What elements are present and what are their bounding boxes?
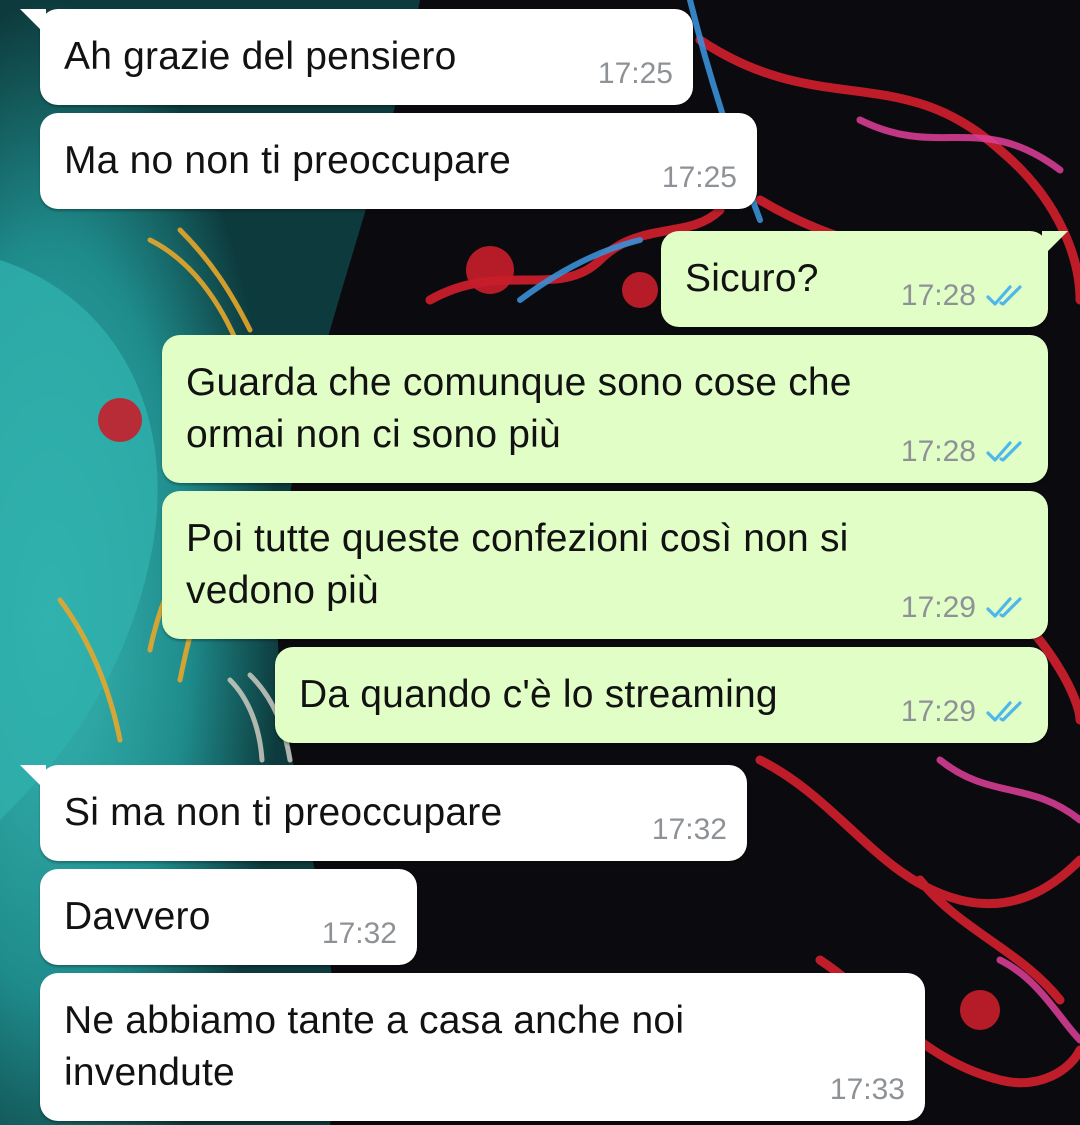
message-bubble-outgoing[interactable]: Da quando c'è lo streaming 17:29 [275,647,1048,743]
message-text: Guarda che comunque sono cose che ormai … [186,361,852,456]
message-timestamp: 17:32 [651,813,727,846]
message-meta: 17:32 [652,813,727,847]
bubble-tail [20,765,46,791]
double-check-icon [986,441,1022,462]
message-timestamp: 17:25 [597,57,673,90]
message-meta: 17:29 [901,695,1026,729]
message-timestamp: 17:25 [661,161,737,194]
message-bubble-outgoing[interactable]: Guarda che comunque sono cose che ormai … [162,335,1048,483]
message-timestamp: 17:29 [900,695,976,728]
message-text: Sicuro? [685,257,819,300]
message-bubble-outgoing[interactable]: Poi tutte queste confezioni così non si … [162,491,1048,639]
message-text: Ah grazie del pensiero [64,35,457,78]
message-text: Ne abbiamo tante a casa anche noi invend… [64,999,685,1094]
message-timestamp: 17:33 [829,1073,905,1106]
message-timestamp: 17:32 [321,917,397,950]
message-text: Davvero [64,895,211,938]
bubble-tail [1042,231,1068,257]
message-text: Si ma non ti preoccupare [64,791,503,834]
message-timestamp: 17:28 [900,435,976,468]
message-bubble-incoming[interactable]: Ma no non ti preoccupare 17:25 [40,113,757,209]
message-timestamp: 17:28 [900,279,976,312]
message-bubble-incoming[interactable]: Ah grazie del pensiero 17:25 [20,9,693,105]
message-bubble-incoming[interactable]: Si ma non ti preoccupare 17:32 [20,765,747,861]
message-text: Poi tutte queste confezioni così non si … [186,517,849,612]
message-meta: 17:25 [598,57,673,91]
message-meta: 17:32 [322,917,397,951]
message-text: Da quando c'è lo streaming [299,673,778,716]
double-check-icon [986,285,1022,306]
message-meta: 17:29 [901,591,1026,625]
double-check-icon [986,701,1022,722]
message-bubble-outgoing[interactable]: Sicuro? 17:28 [661,231,1068,327]
message-text: Ma no non ti preoccupare [64,139,512,182]
message-bubble-incoming[interactable]: Ne abbiamo tante a casa anche noi invend… [40,973,925,1121]
message-meta: 17:28 [901,435,1026,469]
message-meta: 17:28 [901,279,1026,313]
message-bubble-incoming[interactable]: Davvero 17:32 [40,869,417,965]
bubble-tail [20,9,46,35]
message-meta: 17:33 [830,1073,905,1107]
message-timestamp: 17:29 [900,591,976,624]
message-meta: 17:25 [662,161,737,195]
double-check-icon [986,597,1022,618]
